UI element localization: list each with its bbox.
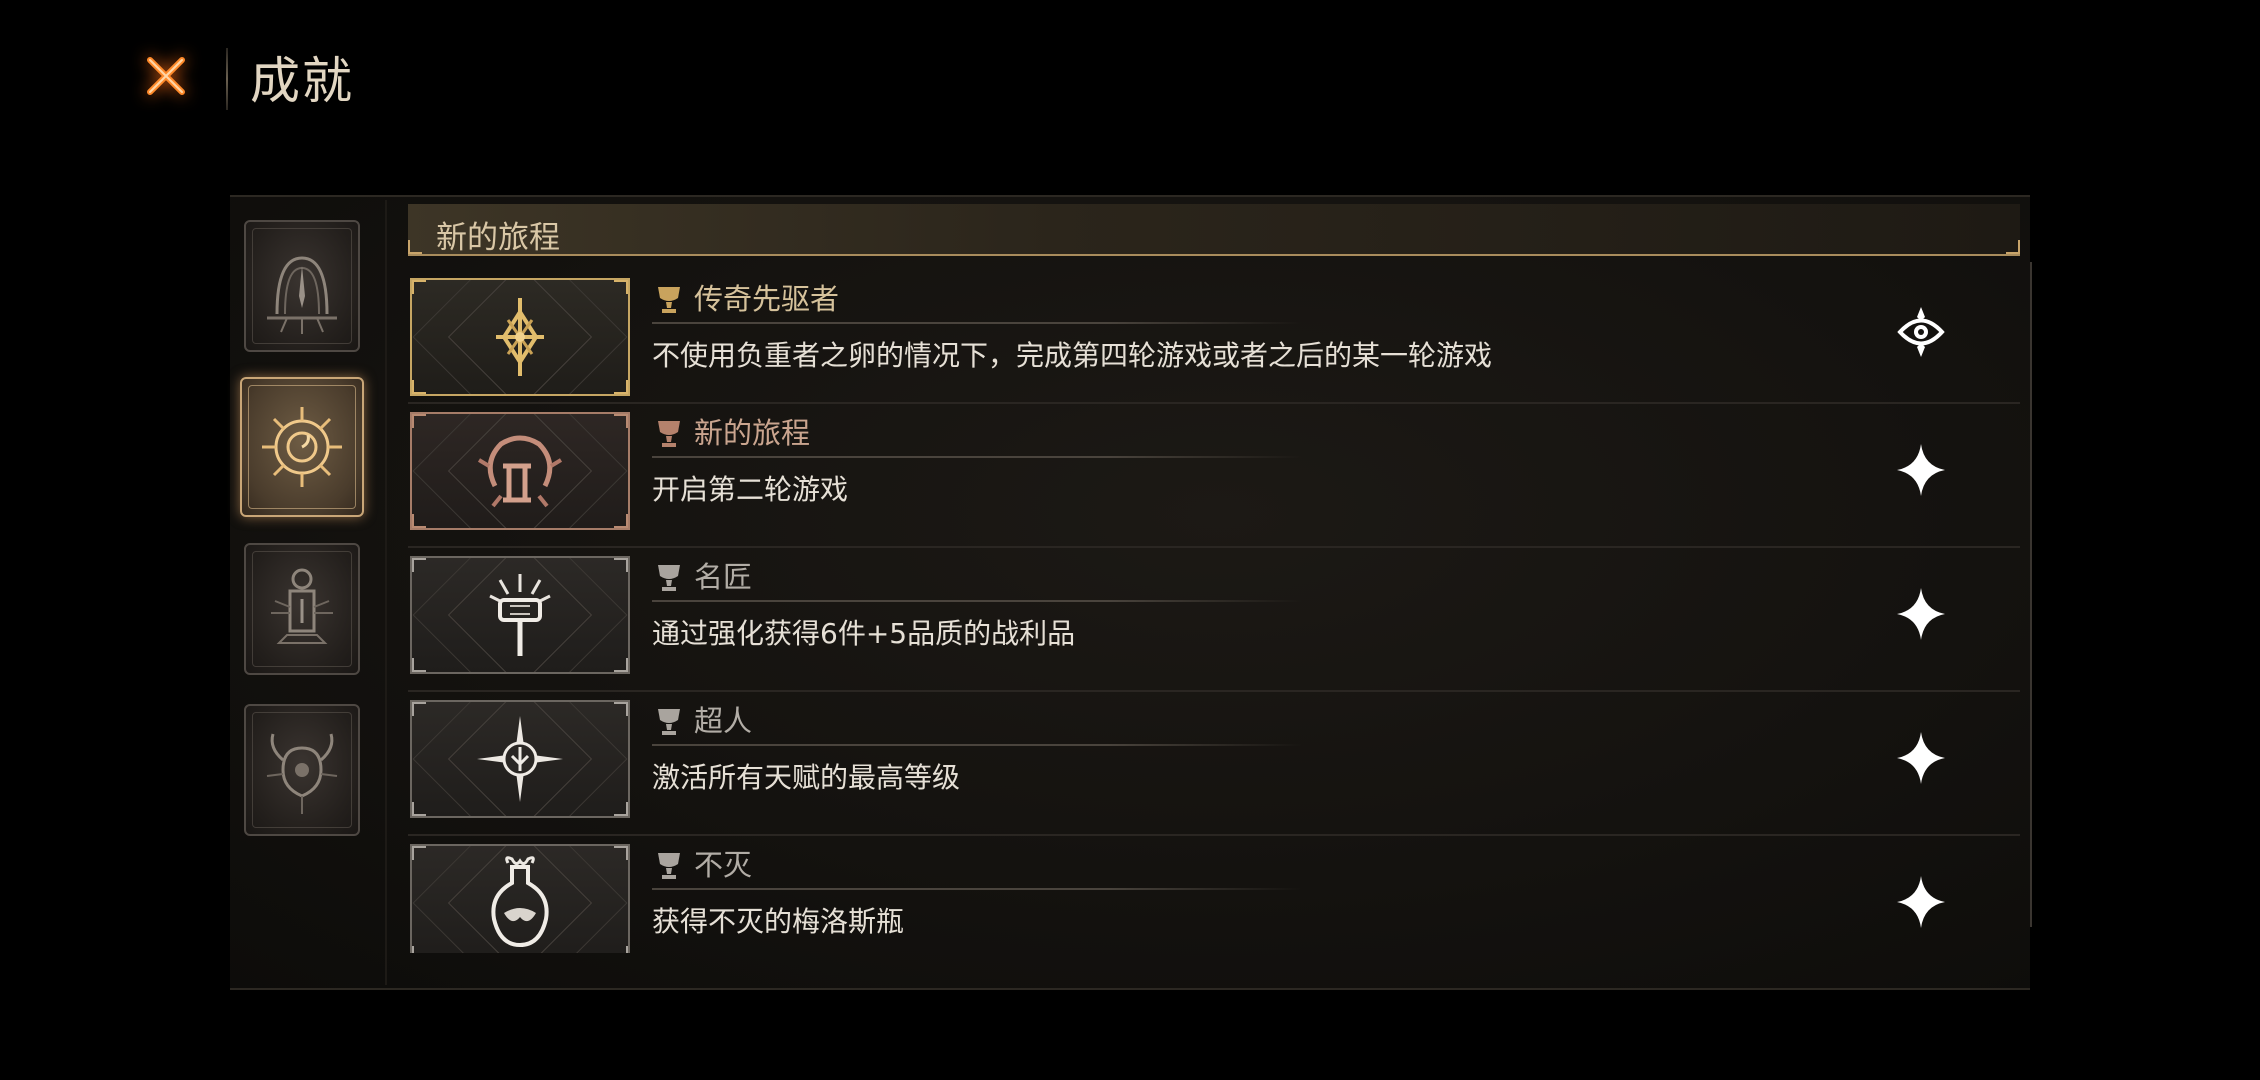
- achievement-icon-frame: [410, 844, 630, 953]
- close-button[interactable]: [138, 48, 194, 104]
- achievement-name: 不灭: [694, 848, 753, 882]
- trophy-gold-icon: [658, 287, 680, 313]
- trophy-silver-icon: [658, 853, 680, 879]
- name-divider: [652, 888, 1302, 890]
- close-x-icon: [147, 57, 185, 95]
- status-badge: [1896, 442, 1946, 498]
- achievement-description: 开启第二轮游戏: [652, 473, 849, 506]
- scroll-track[interactable]: [2030, 262, 2032, 927]
- achievement-icon-frame: [410, 412, 630, 530]
- arch-spike-emblem-icon: [267, 256, 337, 334]
- sparkle-icon: [1897, 876, 1945, 928]
- achievement-name: 新的旅程: [694, 416, 811, 450]
- page-title: 成就: [250, 52, 354, 110]
- achievement-description: 获得不灭的梅洛斯瓶: [652, 905, 905, 938]
- achievement-row[interactable]: 不灭 获得不灭的梅洛斯瓶: [408, 836, 2020, 953]
- achievement-description: 激活所有天赋的最高等级: [652, 761, 961, 794]
- achievement-row[interactable]: 超人 激活所有天赋的最高等级: [408, 692, 2020, 836]
- completed-eye-emblem-icon: [1897, 307, 1945, 357]
- status-badge: [1896, 304, 1946, 360]
- category-tab-2[interactable]: [240, 377, 364, 517]
- section-header: 新的旅程: [408, 204, 2020, 256]
- sparkle-icon: [1897, 588, 1945, 640]
- section-title: 新的旅程: [436, 220, 560, 256]
- sidebar-divider: [385, 200, 387, 985]
- achievement-name: 超人: [694, 704, 753, 738]
- achievement-name: 传奇先驱者: [694, 282, 840, 316]
- trophy-bronze-icon: [658, 421, 680, 447]
- flask-emblem-icon: [491, 856, 549, 948]
- ornate-cross-emblem-icon: [496, 298, 544, 376]
- name-divider: [652, 456, 1302, 458]
- header-divider: [226, 48, 228, 110]
- status-badge: [1896, 586, 1946, 642]
- achievement-icon-frame: [410, 700, 630, 818]
- achievement-icon-frame: [410, 278, 630, 396]
- category-tab-1[interactable]: [244, 220, 360, 352]
- category-tab-4[interactable]: [244, 704, 360, 836]
- name-divider: [652, 744, 1302, 746]
- achievement-description: 不使用负重者之卵的情况下，完成第四轮游戏或者之后的某一轮游戏: [652, 339, 1493, 372]
- roman-two-emblem-icon: [477, 435, 563, 508]
- horned-skull-emblem-icon: [266, 733, 338, 814]
- sun-spiral-emblem-icon: [262, 407, 342, 487]
- name-divider: [652, 322, 1302, 324]
- category-tab-3[interactable]: [244, 543, 360, 675]
- achievement-row[interactable]: 传奇先驱者 不使用负重者之卵的情况下，完成第四轮游戏或者之后的某一轮游戏: [408, 270, 2020, 404]
- name-divider: [652, 600, 1302, 602]
- sparkle-icon: [1897, 444, 1945, 496]
- star-compass-emblem-icon: [477, 716, 563, 802]
- achievement-description: 通过强化获得6件+5品质的战利品: [652, 617, 1076, 650]
- achievement-row[interactable]: 名匠 通过强化获得6件+5品质的战利品: [408, 548, 2020, 692]
- achievement-list[interactable]: 传奇先驱者 不使用负重者之卵的情况下，完成第四轮游戏或者之后的某一轮游戏 新的旅…: [408, 270, 2020, 953]
- status-badge: [1896, 730, 1946, 786]
- lantern-emblem-icon: [271, 568, 333, 644]
- hammer-emblem-icon: [489, 574, 551, 656]
- achievement-name: 名匠: [694, 560, 753, 594]
- trophy-silver-icon: [658, 709, 680, 735]
- status-badge: [1896, 874, 1946, 930]
- sparkle-icon: [1897, 732, 1945, 784]
- achievement-row[interactable]: 新的旅程 开启第二轮游戏: [408, 404, 2020, 548]
- achievement-icon-frame: [410, 556, 630, 674]
- trophy-silver-icon: [658, 565, 680, 591]
